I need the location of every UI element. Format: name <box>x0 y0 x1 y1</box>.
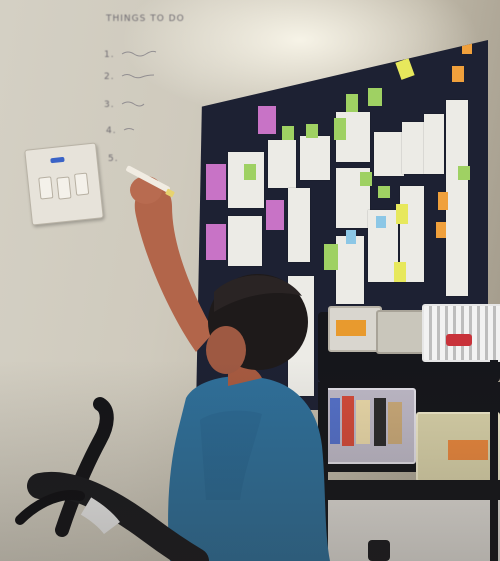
floor-shadow <box>0 360 500 561</box>
photo-scene: THINGS TO DO 1. 2. 3. 4. 5. <box>0 0 500 561</box>
